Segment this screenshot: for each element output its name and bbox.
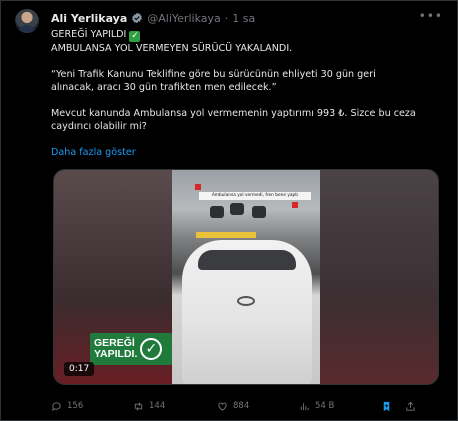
car-logo-icon xyxy=(237,296,255,306)
paragraph-line-2: caydırıcı olabilir mi? xyxy=(51,121,147,132)
like-button[interactable]: 884 xyxy=(217,401,249,412)
tweet-header: Ali Yerlikaya @AliYerlikaya · 1 sa xyxy=(51,10,443,26)
repost-button[interactable]: 144 xyxy=(133,401,165,412)
views-chart-icon xyxy=(300,402,309,410)
separator-dot: · xyxy=(224,11,229,25)
more-options-icon[interactable]: ••• xyxy=(419,9,443,23)
badge-line-2: YAPILDI. xyxy=(94,348,138,360)
video-duration: 0:17 xyxy=(64,362,95,376)
tweet-line-1: GEREĞİ YAPILDI ✓ xyxy=(51,28,441,42)
quote-line-2: alınacak, aracı 30 gün trafikten men edi… xyxy=(51,82,277,93)
reply-count: 156 xyxy=(67,401,84,411)
like-count: 884 xyxy=(233,401,250,411)
action-bar: 156 144 884 54 B xyxy=(51,399,443,413)
share-icon xyxy=(406,401,415,411)
tweet-card[interactable]: Ali Yerlikaya @AliYerlikaya · 1 sa ••• G… xyxy=(0,0,458,421)
bookmark-button[interactable] xyxy=(381,401,392,412)
channel-logo-right xyxy=(292,202,298,208)
bookmark-icon xyxy=(383,401,390,411)
video-caption-banner: Ambulansa yol vermedi, fren bene yaptı xyxy=(199,192,311,200)
post-time[interactable]: 1 sa xyxy=(232,12,255,25)
channel-logo-left xyxy=(195,184,201,190)
white-car xyxy=(182,240,312,384)
share-button[interactable] xyxy=(405,401,416,412)
traffic-cars xyxy=(206,203,276,232)
tweet-text: GEREĞİ YAPILDI ✓ AMBULANSA YOL VERMEYEN … xyxy=(51,28,441,133)
quote-line-1: “Yeni Trafik Kanunu Teklifine göre bu sü… xyxy=(51,69,376,80)
views-count: 54 B xyxy=(315,401,335,411)
author-name[interactable]: Ali Yerlikaya xyxy=(51,12,127,25)
views-button[interactable]: 54 B xyxy=(299,401,334,412)
show-more-link[interactable]: Daha fazla göster xyxy=(51,147,136,158)
check-mark-emoji-icon: ✓ xyxy=(129,31,141,42)
video-player[interactable]: Ambulansa yol vermedi, fren bene yaptı G… xyxy=(53,169,439,385)
author-handle[interactable]: @AliYerlikaya xyxy=(147,12,220,25)
gerегi-yapildi-badge: GEREĞİ YAPILDI. ✓ xyxy=(90,333,172,365)
tweet-line-2: AMBULANSA YOL VERMEYEN SÜRÜCÜ YAKALANDI. xyxy=(51,43,293,54)
video-blur-right xyxy=(318,170,438,384)
badge-check-icon: ✓ xyxy=(140,338,163,360)
vehicle-light-bar xyxy=(196,232,256,238)
paragraph-line-1: Mevcut kanunda Ambulansa yol vermemenin … xyxy=(51,108,416,119)
reply-button[interactable]: 156 xyxy=(51,401,83,412)
reply-icon xyxy=(52,401,61,411)
headline-text: GEREĞİ YAPILDI xyxy=(51,29,127,40)
repost-icon xyxy=(134,402,143,410)
repost-count: 144 xyxy=(149,401,166,411)
heart-icon xyxy=(218,402,227,411)
avatar[interactable] xyxy=(15,9,39,33)
verified-badge-icon xyxy=(132,12,143,24)
